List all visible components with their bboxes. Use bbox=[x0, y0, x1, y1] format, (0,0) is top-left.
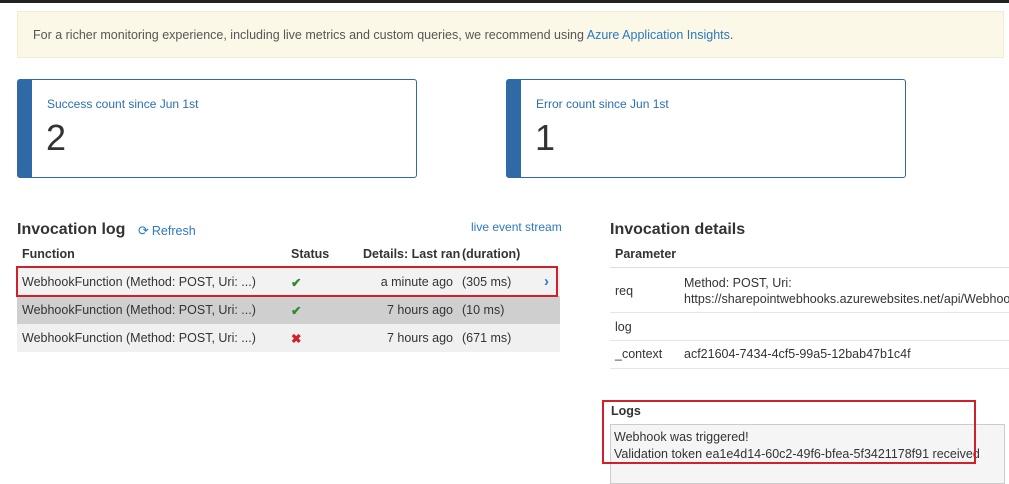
param-value-line1: Method: POST, Uri: bbox=[684, 276, 792, 290]
param-row-req: req Method: POST, Uri: https://sharepoin… bbox=[610, 268, 1009, 313]
col-parameter: Parameter bbox=[615, 247, 677, 261]
success-count-label: Success count since Jun 1st bbox=[47, 97, 199, 111]
error-count-value: 1 bbox=[535, 117, 556, 158]
live-event-stream-link[interactable]: live event stream bbox=[471, 220, 562, 234]
success-count-card: Success count since Jun 1st 2 bbox=[17, 79, 417, 178]
details-header: Parameter bbox=[610, 243, 1009, 268]
param-value-line2: https://sharepointwebhooks.azurewebsites… bbox=[684, 292, 1009, 306]
refresh-label: Refresh bbox=[151, 224, 196, 238]
refresh-button[interactable]: ⟳ Refresh bbox=[138, 223, 196, 239]
param-row-log: log bbox=[610, 312, 1009, 341]
banner-suffix: . bbox=[729, 28, 734, 42]
success-check-icon: ✔ bbox=[291, 304, 302, 318]
logs-highlight bbox=[602, 400, 976, 464]
param-key: req bbox=[615, 284, 634, 298]
row-duration: (10 ms) bbox=[462, 303, 505, 317]
param-value-line1: acf21604-7434-4cf5-99a5-12bab47b1c4f bbox=[684, 347, 911, 361]
app-insights-link[interactable]: Azure Application Insights bbox=[587, 28, 730, 42]
table-row[interactable]: WebhookFunction (Method: POST, Uri: ...)… bbox=[17, 324, 560, 352]
col-status: Status bbox=[291, 247, 330, 261]
invocation-log-title: Invocation log bbox=[17, 221, 126, 238]
error-count-label: Error count since Jun 1st bbox=[536, 97, 669, 111]
success-count-value: 2 bbox=[46, 117, 67, 158]
error-x-icon: ✖ bbox=[291, 332, 302, 346]
param-row-context: _context acf21604-7434-4cf5-99a5-12bab47… bbox=[610, 340, 1009, 369]
selected-row-highlight bbox=[16, 266, 558, 297]
table-row[interactable]: WebhookFunction (Method: POST, Uri: ...)… bbox=[17, 296, 560, 324]
top-bar bbox=[0, 0, 1009, 3]
row-last-ran: 7 hours ago bbox=[386, 303, 453, 317]
param-key: _context bbox=[615, 347, 663, 361]
refresh-icon: ⟳ bbox=[138, 223, 149, 238]
row-last-ran: 7 hours ago bbox=[386, 331, 453, 345]
param-key: log bbox=[615, 320, 632, 334]
col-duration: (duration) bbox=[462, 247, 521, 261]
invocation-details-title: Invocation details bbox=[610, 221, 746, 238]
col-function: Function bbox=[22, 247, 75, 261]
row-function: WebhookFunction (Method: POST, Uri: ...) bbox=[22, 303, 256, 317]
error-count-card: Error count since Jun 1st 1 bbox=[506, 79, 906, 178]
row-function: WebhookFunction (Method: POST, Uri: ...) bbox=[22, 331, 256, 345]
banner-text: For a richer monitoring experience, incl… bbox=[33, 28, 587, 42]
row-duration: (671 ms) bbox=[462, 331, 512, 345]
col-details: Details: Last ran bbox=[363, 247, 461, 261]
info-banner: For a richer monitoring experience, incl… bbox=[17, 11, 1004, 58]
